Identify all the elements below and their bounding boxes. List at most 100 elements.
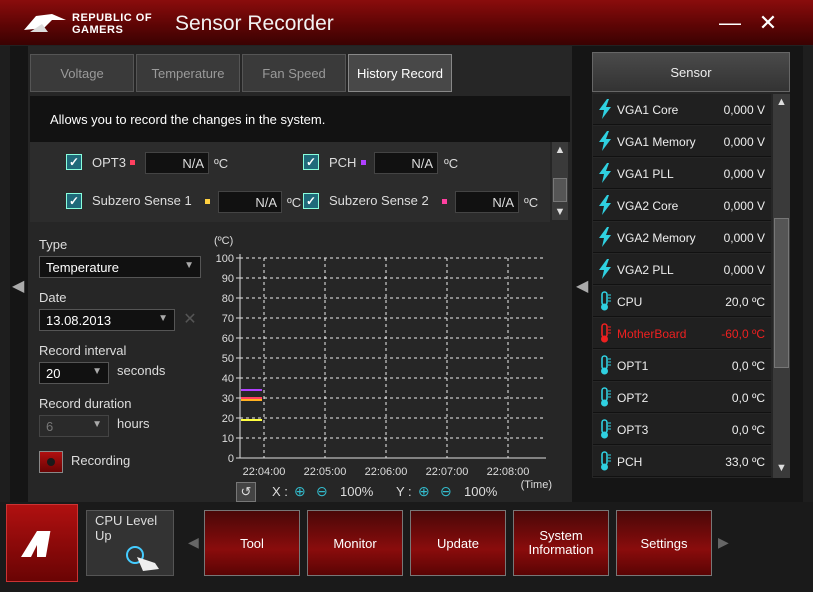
- date-select[interactable]: 13.08.2013 ▼: [39, 309, 175, 331]
- sensor-row[interactable]: CPU 20,0 ºC: [593, 286, 771, 317]
- sensor-name: PCH: [617, 455, 643, 469]
- record-duration-label: Record duration: [39, 396, 132, 411]
- panel-arrow-icon[interactable]: ◀: [576, 276, 588, 296]
- type-select[interactable]: Temperature ▼: [39, 256, 201, 278]
- opt3-value: N/A: [145, 152, 209, 174]
- subzero-sense-1-label: Subzero Sense 1: [92, 193, 192, 208]
- record-duration-select[interactable]: 6 ▼: [39, 415, 109, 437]
- sensor-value: 0,000 V: [723, 103, 765, 117]
- subzero-sense-2-value: N/A: [455, 191, 519, 213]
- ai-logo-icon: [21, 531, 51, 557]
- sensor-name: VGA1 PLL: [617, 167, 674, 181]
- bolt-icon: [599, 131, 611, 151]
- x-tick-label: 22:04:00: [243, 466, 286, 478]
- pch-label: PCH: [329, 155, 357, 170]
- sensor-scroll-down-icon[interactable]: ▼: [773, 462, 790, 474]
- zoom-in-y-icon[interactable]: ⊕: [418, 483, 430, 500]
- scroll-thumb[interactable]: [553, 178, 567, 202]
- sensor-value: 33,0 ºC: [725, 455, 765, 469]
- sensor-value: 0,000 V: [723, 167, 765, 181]
- zoom-out-y-icon[interactable]: ⊖: [440, 483, 452, 500]
- sensor-value: -60,0 ºC: [721, 327, 765, 341]
- sensor-row[interactable]: VGA2 Memory 0,000 V: [593, 222, 771, 253]
- sensor-row[interactable]: OPT3 0,0 ºC: [593, 414, 771, 445]
- recording-label: Recording: [71, 453, 131, 468]
- sensor-row[interactable]: VGA1 Core 0,000 V: [593, 94, 771, 125]
- bolt-icon: [599, 227, 611, 247]
- scroll-down-icon[interactable]: ▼: [552, 206, 568, 218]
- sensor-row[interactable]: VGA2 Core 0,000 V: [593, 190, 771, 221]
- sensor-row[interactable]: PCH 33,0 ºC: [593, 446, 771, 477]
- sensor-scroll-up-icon[interactable]: ▲: [773, 96, 790, 108]
- sensor-row[interactable]: VGA1 PLL 0,000 V: [593, 158, 771, 189]
- thermometer-icon: [601, 291, 611, 311]
- record-interval-value: 20: [46, 366, 61, 381]
- sensor-value: 20,0 ºC: [725, 295, 765, 309]
- reset-zoom-button[interactable]: ↺: [236, 482, 256, 502]
- zoom-out-x-icon[interactable]: ⊖: [316, 483, 328, 500]
- x-tick-label: 22:05:00: [304, 466, 347, 478]
- type-select-value: Temperature: [46, 260, 119, 275]
- sensor-name: MotherBoard: [617, 327, 687, 341]
- close-button[interactable]: ✕: [756, 12, 780, 34]
- record-duration-value: 6: [46, 419, 54, 434]
- y-tick-label: 80: [222, 293, 234, 305]
- tab-temperature[interactable]: Temperature: [136, 54, 240, 92]
- recording-button[interactable]: [39, 451, 63, 473]
- chevron-down-icon: ▼: [92, 366, 102, 377]
- scroll-up-icon[interactable]: ▲: [552, 144, 568, 156]
- subzero-sense-1-checkbox[interactable]: ✓: [66, 193, 82, 209]
- chevron-down-icon: ▼: [92, 419, 102, 430]
- opt3-color-swatch: [130, 160, 135, 165]
- monitor-button[interactable]: Monitor: [307, 510, 403, 576]
- sensor-name: VGA1 Memory: [617, 135, 696, 149]
- sensor-scroll-thumb[interactable]: [774, 218, 789, 368]
- cpu-level-up-button[interactable]: CPU Level Up: [86, 510, 174, 576]
- chart-background: [208, 230, 558, 502]
- pch-color-swatch: [361, 160, 366, 165]
- bolt-icon: [599, 163, 611, 183]
- tab-history-record[interactable]: History Record: [348, 54, 452, 92]
- brand-line-1: REPUBLIC OF: [72, 12, 153, 24]
- settings-button[interactable]: Settings: [616, 510, 712, 576]
- zoom-in-x-icon[interactable]: ⊕: [294, 483, 306, 500]
- sensor-row[interactable]: VGA2 PLL 0,000 V: [593, 254, 771, 285]
- ai-suite-logo[interactable]: [6, 504, 78, 582]
- system-information-button[interactable]: System Information: [513, 510, 609, 576]
- sensor-value: 0,0 ºC: [731, 391, 765, 405]
- rog-logo-icon: [24, 14, 66, 32]
- thermometer-icon: [601, 419, 611, 439]
- pch-checkbox[interactable]: ✓: [303, 154, 319, 170]
- bolt-icon: [599, 195, 611, 215]
- sensor-row[interactable]: MotherBoard -60,0 ºC: [593, 318, 771, 349]
- sensor-name: CPU: [617, 295, 643, 309]
- minimize-button[interactable]: —: [718, 12, 742, 34]
- record-icon: [47, 458, 55, 466]
- delete-date-icon[interactable]: ✕: [180, 309, 200, 331]
- date-select-value: 13.08.2013: [46, 313, 112, 328]
- sensor-value: 0,000 V: [723, 231, 765, 245]
- nav-right-icon[interactable]: ▶: [718, 534, 729, 551]
- sensor-row[interactable]: OPT2 0,0 ºC: [593, 382, 771, 413]
- sensor-row[interactable]: VGA1 Memory 0,000 V: [593, 126, 771, 157]
- sensor-row[interactable]: OPT1 0,0 ºC: [593, 350, 771, 381]
- y-zoom-label: Y :: [396, 484, 412, 499]
- subzero-sense-1-unit: ºC: [287, 195, 302, 210]
- left-arrow-icon[interactable]: ◀: [12, 276, 24, 296]
- bolt-icon: [599, 259, 611, 279]
- date-label: Date: [39, 290, 67, 305]
- opt3-checkbox[interactable]: ✓: [66, 154, 82, 170]
- opt3-unit: ºC: [214, 156, 229, 171]
- tab-voltage[interactable]: Voltage: [30, 54, 134, 92]
- update-button[interactable]: Update: [410, 510, 506, 576]
- y-tick-label: 10: [222, 433, 234, 445]
- nav-left-icon[interactable]: ◀: [188, 534, 199, 551]
- tool-button[interactable]: Tool: [204, 510, 300, 576]
- sensor-name: VGA1 Core: [617, 103, 679, 117]
- tab-fan-speed[interactable]: Fan Speed: [242, 54, 346, 92]
- chevron-down-icon: ▼: [158, 313, 168, 324]
- subzero-sense-2-checkbox[interactable]: ✓: [303, 193, 319, 209]
- y-axis-label: (ºC): [214, 235, 233, 247]
- x-tick-label: 22:06:00: [365, 466, 408, 478]
- record-interval-select[interactable]: 20 ▼: [39, 362, 109, 384]
